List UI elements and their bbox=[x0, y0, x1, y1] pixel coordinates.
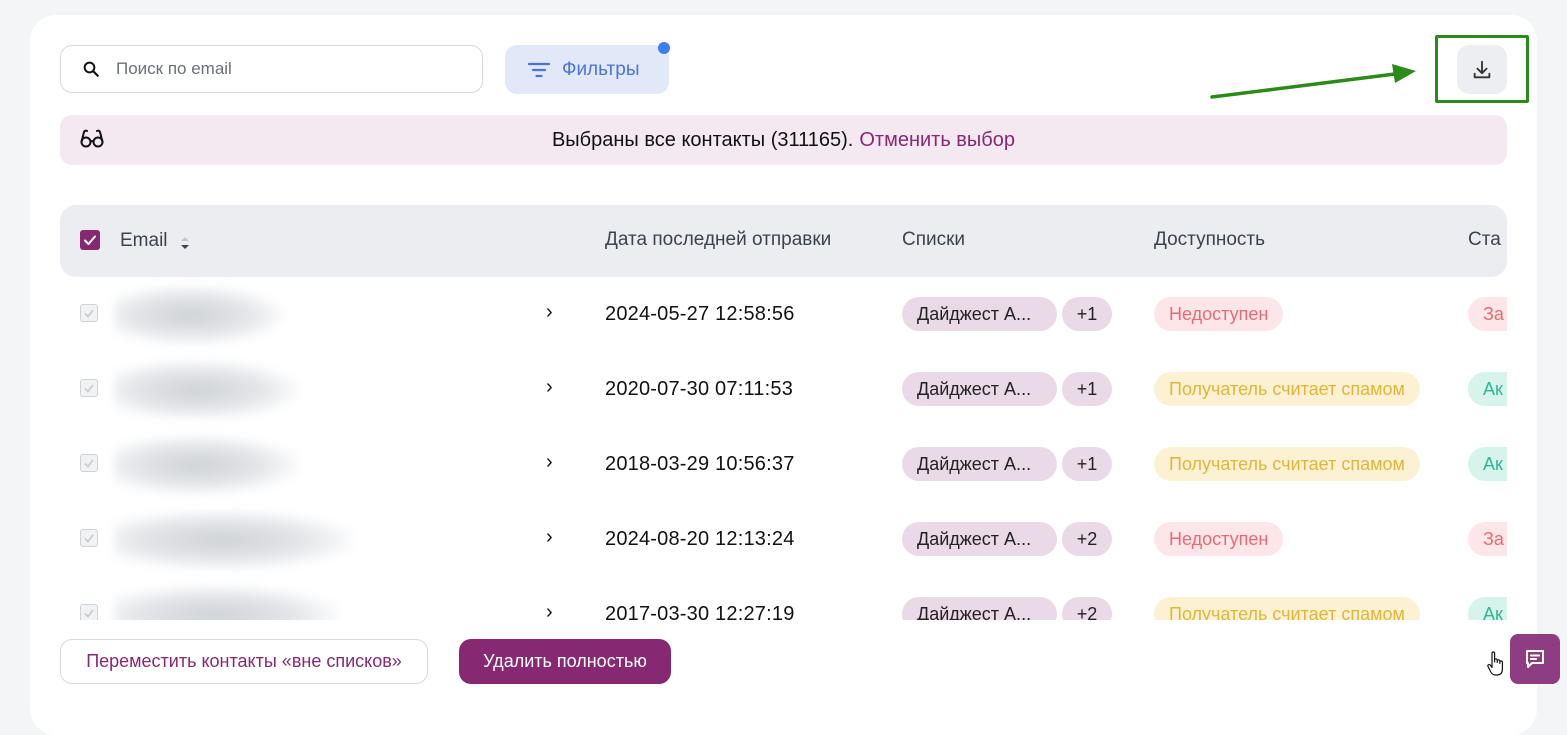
chat-support-button[interactable] bbox=[1510, 634, 1560, 684]
last-sent-date: 2024-08-20 12:13:24 bbox=[605, 528, 795, 550]
cancel-selection-link[interactable]: Отменить выбор bbox=[859, 129, 1015, 152]
selection-banner: Выбраны все контакты (311165). Отменить … bbox=[60, 115, 1507, 165]
filters-button[interactable]: Фильтры bbox=[505, 42, 670, 94]
last-sent-date: 2017-03-30 12:27:19 bbox=[605, 603, 795, 620]
sort-icon[interactable] bbox=[179, 235, 191, 251]
table-row[interactable]: › 2024-05-27 12:58:56 Дайджест А... +1 Н… bbox=[60, 277, 1507, 352]
check-icon bbox=[84, 384, 94, 393]
download-button[interactable] bbox=[1457, 45, 1507, 94]
table-row[interactable]: › 2017-03-30 12:27:19 Дайджест А... +2 П… bbox=[60, 577, 1507, 620]
status-badge: За bbox=[1468, 297, 1507, 331]
check-icon bbox=[84, 235, 96, 245]
hand-cursor-icon bbox=[1487, 651, 1503, 676]
email-cell-redacted bbox=[114, 435, 299, 495]
status-badge: Ак bbox=[1468, 372, 1507, 406]
table-row[interactable]: › 2024-08-20 12:13:24 Дайджест А... +2 Н… bbox=[60, 502, 1507, 577]
status-badge: Ак bbox=[1468, 447, 1507, 481]
search-input[interactable] bbox=[114, 58, 448, 80]
row-checkbox[interactable] bbox=[80, 379, 98, 397]
move-contacts-button[interactable]: Переместить контакты «вне списков» bbox=[60, 639, 428, 684]
filters-label: Фильтры bbox=[562, 58, 640, 80]
expand-chevron-icon[interactable]: › bbox=[546, 451, 553, 474]
email-cell-redacted bbox=[114, 585, 339, 620]
search-box[interactable] bbox=[60, 45, 483, 93]
email-cell-redacted bbox=[114, 285, 284, 345]
expand-chevron-icon[interactable]: › bbox=[546, 526, 553, 549]
list-chip: Дайджест А... bbox=[902, 297, 1057, 331]
list-chip: Дайджест А... bbox=[902, 372, 1057, 406]
chat-icon bbox=[1526, 650, 1544, 668]
list-chip: Дайджест А... bbox=[902, 522, 1057, 556]
last-sent-date: 2018-03-29 10:56:37 bbox=[605, 453, 795, 475]
select-all-checkbox[interactable] bbox=[80, 230, 100, 250]
table-header: Email Дата последней отправки Списки Дос… bbox=[60, 205, 1507, 277]
last-sent-date: 2024-05-27 12:58:56 bbox=[605, 303, 795, 325]
more-lists-chip[interactable]: +1 bbox=[1062, 447, 1112, 481]
status-badge: За bbox=[1468, 522, 1507, 556]
list-chip: Дайджест А... bbox=[902, 447, 1057, 481]
column-header-email[interactable]: Email bbox=[120, 230, 168, 252]
glasses-icon bbox=[80, 129, 104, 148]
column-header-last-sent[interactable]: Дата последней отправки bbox=[605, 229, 831, 251]
expand-chevron-icon[interactable]: › bbox=[546, 376, 553, 399]
search-icon bbox=[83, 61, 99, 77]
availability-badge: Недоступен bbox=[1154, 522, 1284, 556]
check-icon bbox=[84, 309, 94, 318]
column-header-availability[interactable]: Доступность bbox=[1154, 229, 1265, 251]
more-lists-chip[interactable]: +1 bbox=[1062, 372, 1112, 406]
selection-banner-text: Выбраны все контакты (311165). bbox=[551, 128, 854, 151]
email-cell-redacted bbox=[114, 510, 354, 570]
row-checkbox[interactable] bbox=[80, 454, 98, 472]
more-lists-chip[interactable]: +2 bbox=[1062, 597, 1112, 620]
last-sent-date: 2020-07-30 07:11:53 bbox=[605, 378, 794, 400]
table-row[interactable]: › 2018-03-29 10:56:37 Дайджест А... +1 П… bbox=[60, 427, 1507, 502]
column-header-status[interactable]: Ста bbox=[1468, 229, 1501, 251]
expand-chevron-icon[interactable]: › bbox=[546, 601, 553, 620]
availability-badge: Недоступен bbox=[1154, 297, 1284, 331]
column-header-lists[interactable]: Списки bbox=[902, 229, 965, 251]
filters-active-dot bbox=[658, 42, 670, 54]
more-lists-chip[interactable]: +2 bbox=[1062, 522, 1112, 556]
status-badge: Ак bbox=[1468, 597, 1507, 620]
table-row[interactable]: › 2020-07-30 07:11:53 Дайджест А... +1 П… bbox=[60, 352, 1507, 427]
expand-chevron-icon[interactable]: › bbox=[546, 301, 553, 324]
email-cell-redacted bbox=[114, 360, 299, 420]
check-icon bbox=[84, 534, 94, 543]
check-icon bbox=[84, 459, 94, 468]
availability-badge: Получатель считает спамом bbox=[1154, 447, 1420, 481]
download-icon bbox=[1473, 60, 1491, 78]
check-icon bbox=[84, 609, 94, 618]
list-chip: Дайджест А... bbox=[902, 597, 1057, 620]
delete-permanently-button[interactable]: Удалить полностью bbox=[459, 639, 671, 684]
row-checkbox[interactable] bbox=[80, 304, 98, 322]
row-checkbox[interactable] bbox=[80, 529, 98, 547]
filter-icon bbox=[528, 62, 550, 77]
availability-badge: Получатель считает спамом bbox=[1154, 597, 1420, 620]
availability-badge: Получатель считает спамом bbox=[1154, 372, 1420, 406]
row-checkbox[interactable] bbox=[80, 604, 98, 620]
more-lists-chip[interactable]: +1 bbox=[1062, 297, 1112, 331]
contacts-table: Email Дата последней отправки Списки Дос… bbox=[60, 205, 1507, 620]
